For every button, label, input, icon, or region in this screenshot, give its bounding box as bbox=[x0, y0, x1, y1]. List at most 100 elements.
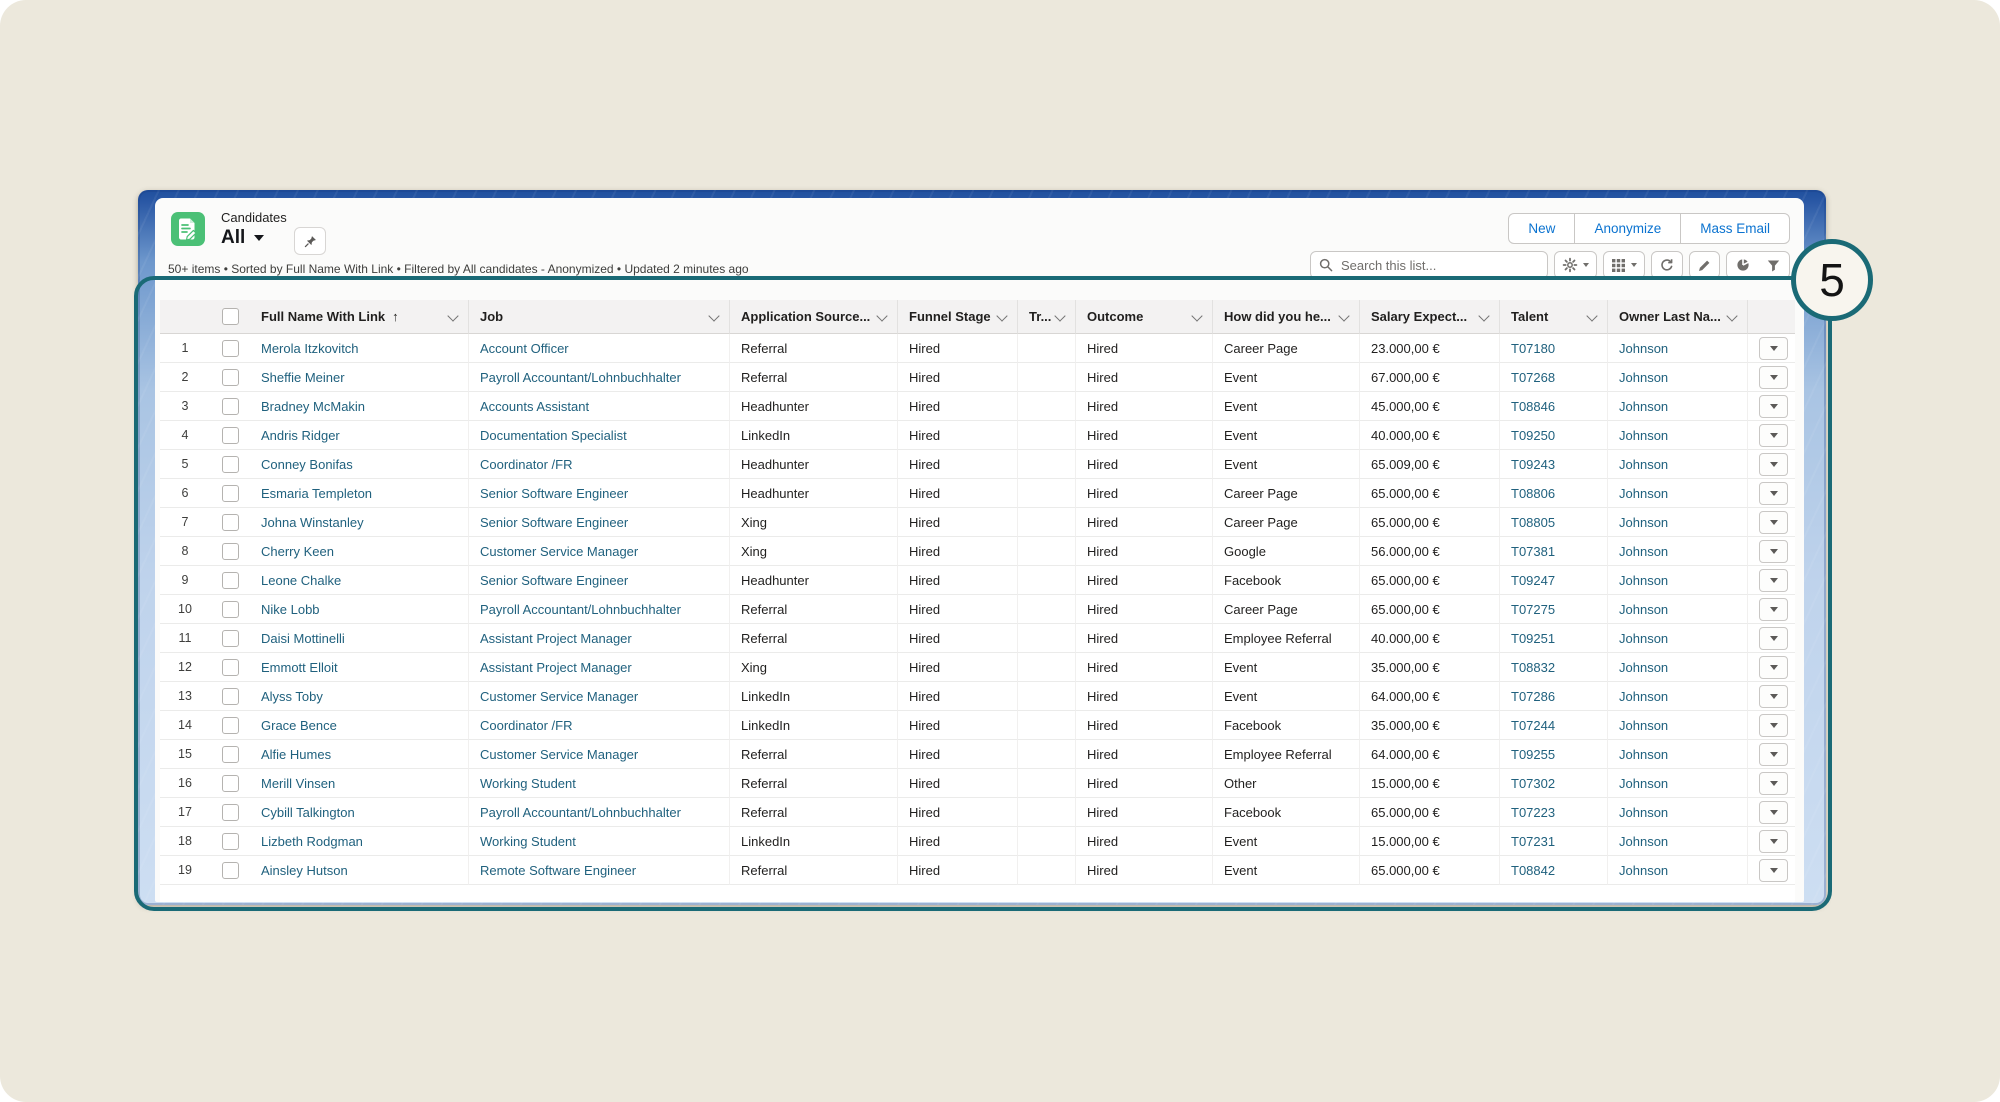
cell-owner[interactable]: Johnson bbox=[1608, 798, 1748, 827]
cell-name[interactable]: Leone Chalke bbox=[250, 566, 469, 595]
cell-talent[interactable]: T09247 bbox=[1500, 566, 1608, 595]
cell-name[interactable]: Merill Vinsen bbox=[250, 769, 469, 798]
cell-name[interactable]: Alfie Humes bbox=[250, 740, 469, 769]
row-checkbox[interactable] bbox=[222, 688, 239, 705]
cell-owner[interactable]: Johnson bbox=[1608, 363, 1748, 392]
anonymize-button[interactable]: Anonymize bbox=[1574, 213, 1681, 244]
column-chevron-down-icon[interactable] bbox=[1054, 310, 1065, 321]
cell-name[interactable]: Nike Lobb bbox=[250, 595, 469, 624]
cell-owner[interactable]: Johnson bbox=[1608, 653, 1748, 682]
cell-talent[interactable]: T07244 bbox=[1500, 711, 1608, 740]
column-header-outcome[interactable]: Outcome bbox=[1076, 300, 1213, 334]
cell-job[interactable]: Account Officer bbox=[469, 334, 730, 363]
cell-job[interactable]: Working Student bbox=[469, 827, 730, 856]
column-header-owner[interactable]: Owner Last Na... bbox=[1608, 300, 1748, 334]
cell-owner[interactable]: Johnson bbox=[1608, 537, 1748, 566]
row-actions-button[interactable] bbox=[1759, 395, 1788, 418]
new-button[interactable]: New bbox=[1508, 213, 1575, 244]
column-header-talent[interactable]: Talent bbox=[1500, 300, 1608, 334]
search-box[interactable] bbox=[1310, 251, 1548, 279]
row-checkbox[interactable] bbox=[222, 427, 239, 444]
row-checkbox[interactable] bbox=[222, 862, 239, 879]
row-checkbox[interactable] bbox=[222, 572, 239, 589]
column-chevron-down-icon[interactable] bbox=[1191, 310, 1202, 321]
row-checkbox[interactable] bbox=[222, 630, 239, 647]
cell-name[interactable]: Merola Itzkovitch bbox=[250, 334, 469, 363]
row-actions-button[interactable] bbox=[1759, 337, 1788, 360]
row-actions-button[interactable] bbox=[1759, 511, 1788, 534]
cell-name[interactable]: Lizbeth Rodgman bbox=[250, 827, 469, 856]
cell-owner[interactable]: Johnson bbox=[1608, 334, 1748, 363]
cell-name[interactable]: Sheffie Meiner bbox=[250, 363, 469, 392]
column-chevron-down-icon[interactable] bbox=[1586, 310, 1597, 321]
row-checkbox[interactable] bbox=[222, 543, 239, 560]
row-actions-button[interactable] bbox=[1759, 801, 1788, 824]
cell-owner[interactable]: Johnson bbox=[1608, 392, 1748, 421]
column-header-job[interactable]: Job bbox=[469, 300, 730, 334]
cell-name[interactable]: Bradney McMakin bbox=[250, 392, 469, 421]
filter-button[interactable] bbox=[1758, 252, 1789, 278]
pin-list-button[interactable] bbox=[294, 227, 326, 255]
cell-owner[interactable]: Johnson bbox=[1608, 682, 1748, 711]
row-actions-button[interactable] bbox=[1759, 714, 1788, 737]
column-chevron-down-icon[interactable] bbox=[876, 310, 887, 321]
row-actions-button[interactable] bbox=[1759, 830, 1788, 853]
cell-job[interactable]: Payroll Accountant/Lohnbuchhalter bbox=[469, 595, 730, 624]
cell-name[interactable]: Johna Winstanley bbox=[250, 508, 469, 537]
row-actions-button[interactable] bbox=[1759, 366, 1788, 389]
cell-name[interactable]: Cybill Talkington bbox=[250, 798, 469, 827]
row-actions-button[interactable] bbox=[1759, 627, 1788, 650]
list-view-name[interactable]: All bbox=[221, 227, 245, 249]
cell-owner[interactable]: Johnson bbox=[1608, 566, 1748, 595]
cell-job[interactable]: Customer Service Manager bbox=[469, 740, 730, 769]
cell-owner[interactable]: Johnson bbox=[1608, 711, 1748, 740]
select-all-header[interactable] bbox=[210, 300, 250, 334]
cell-job[interactable]: Coordinator /FR bbox=[469, 450, 730, 479]
row-actions-button[interactable] bbox=[1759, 772, 1788, 795]
cell-job[interactable]: Customer Service Manager bbox=[469, 537, 730, 566]
cell-job[interactable]: Senior Software Engineer bbox=[469, 479, 730, 508]
cell-talent[interactable]: T09243 bbox=[1500, 450, 1608, 479]
row-checkbox[interactable] bbox=[222, 775, 239, 792]
row-actions-button[interactable] bbox=[1759, 656, 1788, 679]
cell-job[interactable]: Payroll Accountant/Lohnbuchhalter bbox=[469, 363, 730, 392]
row-actions-button[interactable] bbox=[1759, 598, 1788, 621]
cell-name[interactable]: Alyss Toby bbox=[250, 682, 469, 711]
cell-job[interactable]: Working Student bbox=[469, 769, 730, 798]
row-checkbox[interactable] bbox=[222, 717, 239, 734]
row-checkbox[interactable] bbox=[222, 340, 239, 357]
cell-name[interactable]: Emmott Elloit bbox=[250, 653, 469, 682]
cell-talent[interactable]: T08842 bbox=[1500, 856, 1608, 885]
cell-job[interactable]: Coordinator /FR bbox=[469, 711, 730, 740]
cell-talent[interactable]: T09251 bbox=[1500, 624, 1608, 653]
cell-job[interactable]: Documentation Specialist bbox=[469, 421, 730, 450]
mass-email-button[interactable]: Mass Email bbox=[1680, 213, 1790, 244]
row-actions-button[interactable] bbox=[1759, 743, 1788, 766]
cell-talent[interactable]: T08846 bbox=[1500, 392, 1608, 421]
cell-job[interactable]: Senior Software Engineer bbox=[469, 566, 730, 595]
row-actions-button[interactable] bbox=[1759, 482, 1788, 505]
column-chevron-down-icon[interactable] bbox=[996, 310, 1007, 321]
row-checkbox[interactable] bbox=[222, 514, 239, 531]
cell-owner[interactable]: Johnson bbox=[1608, 479, 1748, 508]
cell-owner[interactable]: Johnson bbox=[1608, 740, 1748, 769]
row-checkbox[interactable] bbox=[222, 746, 239, 763]
column-header-salary[interactable]: Salary Expect... bbox=[1360, 300, 1500, 334]
cell-job[interactable]: Payroll Accountant/Lohnbuchhalter bbox=[469, 798, 730, 827]
cell-talent[interactable]: T07302 bbox=[1500, 769, 1608, 798]
cell-job[interactable]: Remote Software Engineer bbox=[469, 856, 730, 885]
cell-talent[interactable]: T07268 bbox=[1500, 363, 1608, 392]
cell-owner[interactable]: Johnson bbox=[1608, 508, 1748, 537]
cell-talent[interactable]: T07275 bbox=[1500, 595, 1608, 624]
row-actions-button[interactable] bbox=[1759, 569, 1788, 592]
select-all-checkbox[interactable] bbox=[222, 308, 239, 325]
cell-talent[interactable]: T07286 bbox=[1500, 682, 1608, 711]
cell-talent[interactable]: T07231 bbox=[1500, 827, 1608, 856]
cell-talent[interactable]: T08832 bbox=[1500, 653, 1608, 682]
row-actions-button[interactable] bbox=[1759, 453, 1788, 476]
cell-talent[interactable]: T09255 bbox=[1500, 740, 1608, 769]
view-caret-down-icon[interactable] bbox=[254, 235, 264, 241]
list-view-selector[interactable]: All bbox=[221, 227, 287, 249]
column-header-source[interactable]: Application Source... bbox=[730, 300, 898, 334]
row-checkbox[interactable] bbox=[222, 456, 239, 473]
